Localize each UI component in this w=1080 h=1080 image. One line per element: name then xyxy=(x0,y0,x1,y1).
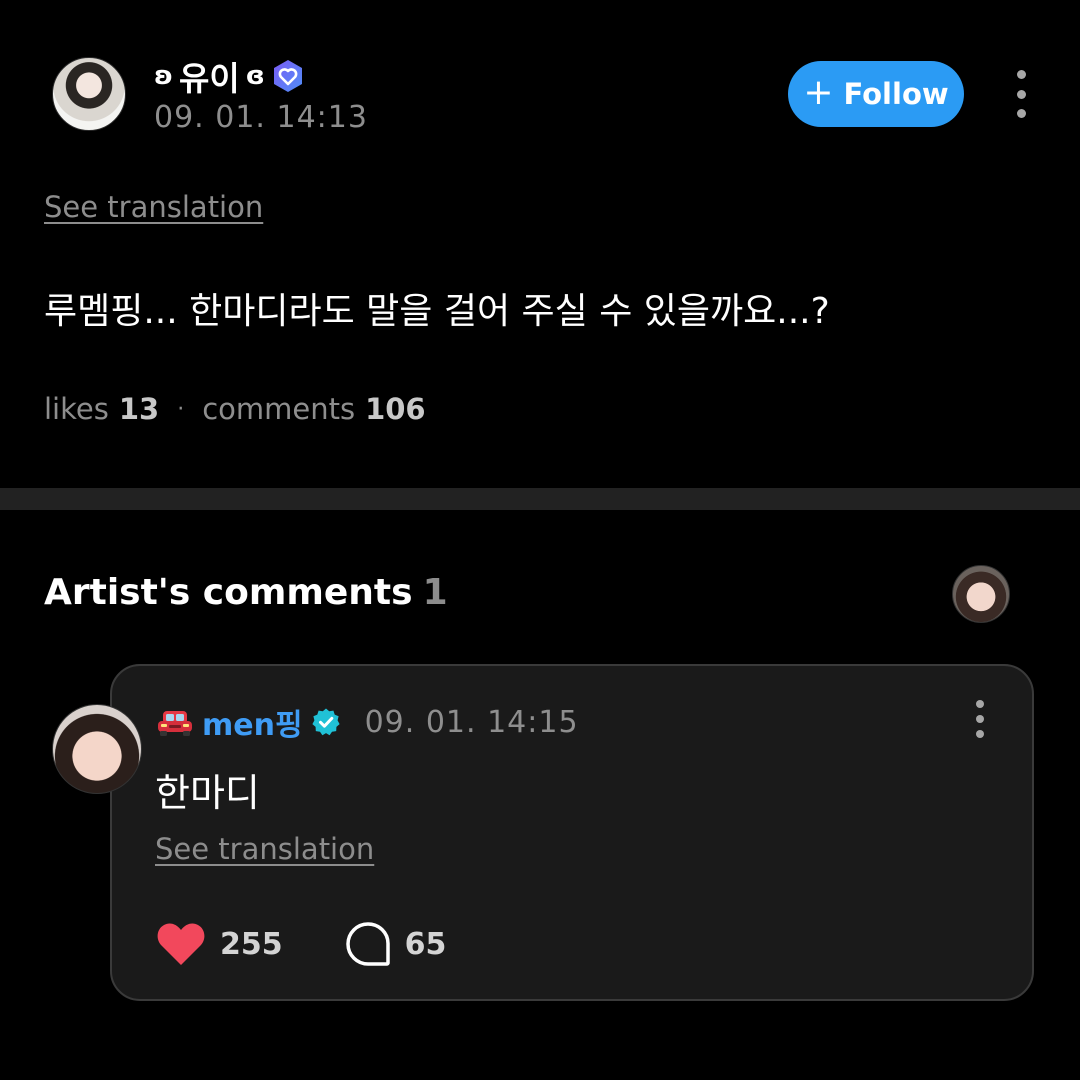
artist-comments-title: Artist's comments xyxy=(44,572,413,613)
comments-count[interactable]: 106 xyxy=(365,392,426,426)
commenter-name[interactable]: men핑 xyxy=(202,700,303,744)
comment-see-translation-link[interactable]: See translation xyxy=(155,832,374,866)
likes-label: likes xyxy=(44,392,109,426)
comments-label: comments xyxy=(202,392,356,426)
post-body-text: 루멤핑... 한마디라도 말을 걸어 주실 수 있을까요...? xyxy=(44,291,830,332)
artist-comments-heading: Artist's comments 1 xyxy=(44,572,448,613)
car-icon xyxy=(158,711,192,736)
post-stats: likes 13 · comments 106 xyxy=(44,392,426,426)
post-more-options-icon[interactable] xyxy=(1006,70,1036,118)
section-divider xyxy=(0,488,1080,510)
verified-check-badge-icon xyxy=(311,708,340,736)
post-author-row[interactable]: ʚ 유이 ɞ xyxy=(154,56,305,98)
commenter-avatar[interactable] xyxy=(52,704,142,794)
reply-count: 65 xyxy=(404,926,447,962)
comment-actions: 255 65 xyxy=(156,918,446,970)
artist-comments-count: 1 xyxy=(422,572,448,613)
comment-timestamp: 09. 01. 14:15 xyxy=(364,704,579,740)
artist-avatar[interactable] xyxy=(952,565,1010,623)
author-name[interactable]: 유이 xyxy=(179,52,240,100)
reply-button[interactable]: 65 xyxy=(345,921,447,967)
like-count: 255 xyxy=(220,926,283,962)
like-button[interactable]: 255 xyxy=(156,921,283,967)
stats-separator: · xyxy=(177,396,185,422)
commenter-row[interactable]: men핑 09. 01. 14:15 xyxy=(156,700,579,744)
speech-bubble-icon xyxy=(345,922,390,966)
post-see-translation-link[interactable]: See translation xyxy=(44,190,263,224)
comment-text: 한마디 xyxy=(155,771,260,815)
author-name-suffix: ɞ xyxy=(245,61,265,91)
likes-count[interactable]: 13 xyxy=(119,392,159,426)
comment-more-options-icon[interactable] xyxy=(974,700,986,738)
post-author-avatar[interactable] xyxy=(52,57,126,131)
post-timestamp: 09. 01. 14:13 xyxy=(154,100,368,135)
plus-icon: + xyxy=(803,71,834,113)
author-name-prefix: ʚ xyxy=(154,61,174,91)
follow-label: Follow xyxy=(843,77,949,111)
heart-icon xyxy=(157,923,205,965)
verified-heart-badge-icon xyxy=(273,60,302,92)
follow-button[interactable]: + Follow xyxy=(788,61,964,127)
